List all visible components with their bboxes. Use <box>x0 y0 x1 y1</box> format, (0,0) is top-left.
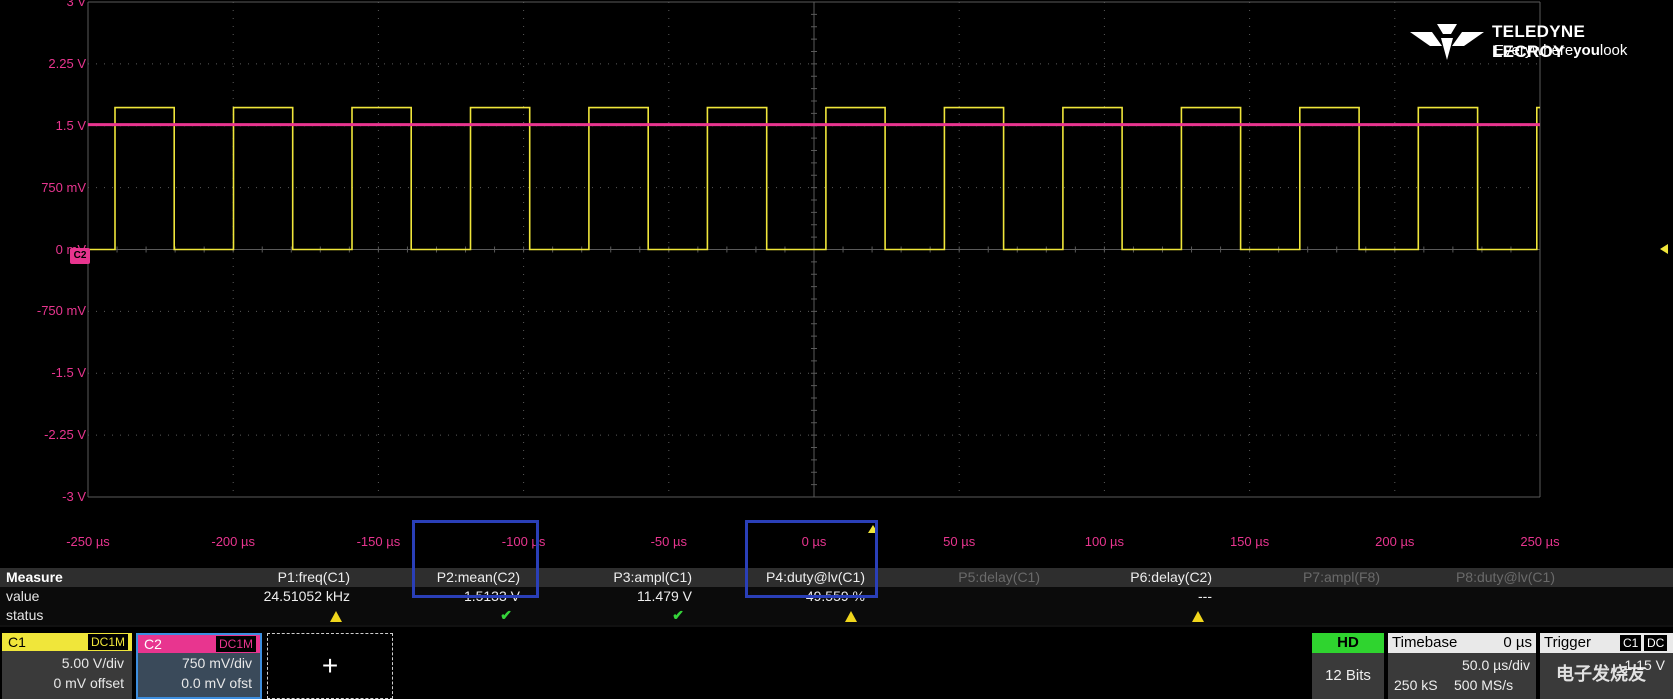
c2-offset: 0.0 mV ofst <box>181 675 252 691</box>
channel-c2-descriptor[interactable]: C2 DC1M 750 mV/div 0.0 mV ofst <box>136 633 262 699</box>
status-warning-icon <box>1044 606 1204 625</box>
x-tick-label: 250 µs <box>1520 534 1560 549</box>
measure-param-value: 24.51052 kHz <box>263 588 350 604</box>
logo-mark-icon <box>1410 24 1484 60</box>
channel-c1-descriptor[interactable]: C1 DC1M 5.00 V/div 0 mV offset <box>2 633 132 699</box>
timebase-header: Timebase 0 µs <box>1388 633 1536 653</box>
scope-display[interactable]: 3 V2.25 V1.5 V750 mV0 mV-750 mV-1.5 V-2.… <box>0 0 1673 560</box>
warning-triangle-icon <box>1192 611 1204 622</box>
trigger-coupling: DC <box>1644 635 1668 651</box>
hd-label: HD <box>1312 633 1384 653</box>
c2-offset-marker[interactable]: C2 <box>70 248 90 264</box>
trigger-label: Trigger <box>1544 634 1591 651</box>
measure-param-name[interactable]: P8:duty@lv(C1) <box>1395 568 1555 587</box>
timebase-label: Timebase <box>1392 634 1458 651</box>
x-tick-label: -250 µs <box>66 534 110 549</box>
checkmark-icon: ✔ <box>672 607 684 623</box>
y-tick-label: 3 V <box>66 0 86 9</box>
timebase-div: 50.0 µs/div <box>1462 657 1530 673</box>
measure-param-value: 11.479 V <box>636 588 692 604</box>
warning-triangle-icon <box>330 611 342 622</box>
c1-header: C1 DC1M <box>2 633 132 651</box>
x-tick-label: 100 µs <box>1084 534 1125 549</box>
c2-header: C2 DC1M <box>138 635 260 653</box>
c2-vdiv: 750 mV/div <box>181 655 252 671</box>
x-tick-label: -150 µs <box>356 534 401 549</box>
c1-vdiv: 5.00 V/div <box>61 655 124 671</box>
measure-param-value: --- <box>1198 588 1212 604</box>
timebase-delay: 0 µs <box>1503 634 1532 651</box>
status-warning-icon <box>697 606 857 625</box>
sample-rate: 500 MS/s <box>1454 677 1514 693</box>
c1-name: C1 <box>8 634 26 650</box>
trigger-level-arrow-icon[interactable] <box>1660 244 1668 254</box>
c1-offset: 0 mV offset <box>53 675 124 691</box>
y-tick-label: 2.25 V <box>48 55 86 71</box>
p2-highlight-box <box>412 520 539 598</box>
x-tick-label: 50 µs <box>943 534 976 549</box>
c2-coupling: DC1M <box>215 636 256 652</box>
value-row-label: value <box>6 588 40 604</box>
hd-mode-box[interactable]: HD 12 Bits <box>1312 633 1384 699</box>
y-tick-label: -750 mV <box>36 303 86 319</box>
measure-title: Measure <box>6 569 63 585</box>
status-ok-icon: ✔ <box>524 606 684 625</box>
x-tick-label: 150 µs <box>1229 534 1270 549</box>
sample-count: 250 kS <box>1394 677 1438 693</box>
teledyne-lecroy-logo: TELEDYNE LECROY Everywhereyoulook <box>1410 20 1660 64</box>
resolution-bits: 12 Bits <box>1325 667 1371 684</box>
measure-param-name[interactable]: P7:ampl(F8) <box>1220 568 1380 587</box>
trigger-source: C1 <box>1620 635 1642 651</box>
y-tick-label: -2.25 V <box>44 427 86 443</box>
watermark: 电子发烧友 <box>1556 664 1646 684</box>
measure-param-name[interactable]: P5:delay(C1) <box>880 568 1040 587</box>
status-row-label: status <box>6 607 44 623</box>
measure-param-name[interactable]: P1:freq(C1) <box>190 568 350 587</box>
c1-coupling: DC1M <box>87 634 128 650</box>
y-tick-label: -3 V <box>62 489 86 504</box>
trigger-header: Trigger C1 DC <box>1540 633 1673 653</box>
x-tick-label: 200 µs <box>1375 534 1415 549</box>
status-ok-icon: ✔ <box>352 606 512 625</box>
x-tick-label: -50 µs <box>650 534 687 549</box>
y-tick-label: 1.5 V <box>55 117 86 133</box>
add-channel-button[interactable]: + <box>267 633 393 699</box>
x-tick-label: -200 µs <box>211 534 255 549</box>
measure-param-name[interactable]: P6:delay(C2) <box>1052 568 1212 587</box>
measure-table: Measure P1:freq(C1) P2:mean(C2) P3:ampl(C1… <box>0 520 1673 627</box>
p4-highlight-box <box>745 520 878 598</box>
c2-name: C2 <box>144 636 162 652</box>
waveform-grid <box>87 1 1541 498</box>
y-tick-label: -1.5 V <box>51 365 86 381</box>
measure-param-name[interactable]: P3:ampl(C1) <box>532 568 692 587</box>
warning-triangle-icon <box>845 611 857 622</box>
timebase-descriptor[interactable]: Timebase 0 µs 50.0 µs/div 250 kS 500 MS/… <box>1388 633 1536 699</box>
y-tick-label: 750 mV <box>41 179 86 195</box>
measure-status-row: status ✔ ✔ <box>0 606 1673 625</box>
checkmark-icon: ✔ <box>500 607 512 623</box>
logo-slogan: Everywhereyoulook <box>1494 42 1628 59</box>
status-warning-icon <box>182 606 342 625</box>
